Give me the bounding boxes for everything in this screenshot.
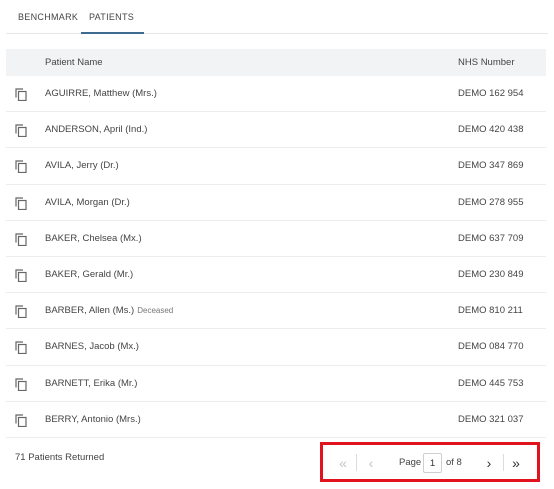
patient-name-text: BARNETT, Erika (Mr.) bbox=[45, 377, 138, 389]
column-header-patient-name[interactable]: Patient Name bbox=[45, 57, 103, 68]
pagination-divider bbox=[503, 454, 504, 471]
copy-icon[interactable] bbox=[15, 414, 27, 427]
table-row[interactable]: AVILA, Jerry (Dr.) DEMO 347 869 bbox=[6, 148, 546, 185]
page-total: of 8 bbox=[446, 457, 462, 468]
last-page-button[interactable]: » bbox=[506, 454, 526, 471]
patient-name-text: BARNES, Jacob (Mx.) bbox=[45, 341, 139, 353]
nhs-number: DEMO 445 753 bbox=[458, 377, 524, 389]
nhs-number: DEMO 321 037 bbox=[458, 413, 524, 425]
table-row[interactable]: ANDERSON, April (Ind.) DEMO 420 438 bbox=[6, 112, 546, 149]
patient-name-text: ANDERSON, April (Ind.) bbox=[45, 124, 148, 136]
nhs-number: DEMO 278 955 bbox=[458, 196, 524, 208]
table-row[interactable]: AVILA, Morgan (Dr.) DEMO 278 955 bbox=[6, 185, 546, 221]
table-header: Patient Name NHS Number bbox=[6, 49, 546, 76]
patient-name-text: AVILA, Jerry (Dr.) bbox=[45, 160, 119, 172]
nhs-number: DEMO 162 954 bbox=[458, 88, 524, 99]
patient-name: BARNES, Jacob (Mx.) bbox=[45, 341, 142, 352]
copy-icon[interactable] bbox=[15, 196, 27, 210]
chevron-left-icon: ‹ bbox=[368, 454, 374, 471]
table-row[interactable]: BERRY, Antonio (Mrs.) DEMO 321 037 bbox=[6, 402, 546, 438]
first-page-button[interactable]: « bbox=[333, 454, 353, 471]
patient-name: ANDERSON, April (Ind.) bbox=[45, 124, 150, 135]
patient-name: BARNETT, Erika (Mr.) bbox=[45, 378, 140, 389]
nhs-number: DEMO 637 709 bbox=[458, 232, 524, 244]
patient-name-text: BAKER, Gerald (Mr.) bbox=[45, 268, 134, 280]
patient-name: AVILA, Jerry (Dr.) bbox=[45, 160, 122, 171]
copy-icon[interactable] bbox=[15, 377, 27, 391]
copy-icon[interactable] bbox=[15, 124, 27, 138]
active-tab-indicator bbox=[81, 32, 144, 34]
patient-name: BAKER, Gerald (Mr.) bbox=[45, 269, 136, 280]
double-chevron-right-icon: » bbox=[512, 454, 520, 471]
patients-table: Patient Name NHS Number AGUIRRE, Matthew… bbox=[6, 49, 546, 438]
patient-name: AGUIRRE, Matthew (Mrs.) bbox=[45, 88, 160, 99]
table-row[interactable]: BARBER, Allen (Ms.) Deceased DEMO 810 211 bbox=[6, 293, 546, 330]
copy-icon[interactable] bbox=[15, 305, 27, 319]
nhs-number: DEMO 420 438 bbox=[458, 124, 524, 136]
deceased-badge: Deceased bbox=[137, 306, 174, 316]
copy-icon[interactable] bbox=[15, 269, 27, 282]
patient-name: BARBER, Allen (Ms.) Deceased bbox=[45, 305, 173, 316]
tab-benchmark[interactable]: BENCHMARK bbox=[18, 12, 78, 22]
table-row[interactable]: BAKER, Gerald (Mr.) DEMO 230 849 bbox=[6, 257, 546, 294]
table-row[interactable]: AGUIRRE, Matthew (Mrs.) DEMO 162 954 bbox=[6, 76, 546, 113]
patient-name-text: AVILA, Morgan (Dr.) bbox=[45, 196, 130, 208]
table-row[interactable]: BARNES, Jacob (Mx.) DEMO 084 770 bbox=[6, 329, 546, 366]
page-number-input[interactable] bbox=[423, 453, 442, 473]
copy-icon[interactable] bbox=[15, 160, 27, 174]
previous-page-button[interactable]: ‹ bbox=[361, 454, 381, 471]
table-row[interactable]: BAKER, Chelsea (Mx.) DEMO 637 709 bbox=[6, 221, 546, 257]
patient-name-text: BARBER, Allen (Ms.) bbox=[45, 305, 135, 317]
chevron-right-icon: › bbox=[486, 454, 492, 471]
nhs-number: DEMO 084 770 bbox=[458, 341, 524, 353]
nhs-number: DEMO 810 211 bbox=[458, 305, 523, 317]
patient-name-text: BAKER, Chelsea (Mx.) bbox=[45, 232, 142, 244]
tab-bar: BENCHMARK PATIENTS bbox=[6, 0, 548, 34]
copy-icon[interactable] bbox=[15, 233, 27, 246]
nhs-number: DEMO 347 869 bbox=[458, 160, 524, 172]
patient-name: BAKER, Chelsea (Mx.) bbox=[45, 233, 145, 244]
nhs-number: DEMO 230 849 bbox=[458, 268, 524, 280]
double-chevron-left-icon: « bbox=[339, 454, 347, 471]
copy-icon[interactable] bbox=[15, 88, 27, 101]
results-count: 71 Patients Returned bbox=[15, 452, 105, 463]
table-body: AGUIRRE, Matthew (Mrs.) DEMO 162 954 ANDER… bbox=[6, 76, 546, 438]
next-page-button[interactable]: › bbox=[479, 454, 499, 471]
patient-name: BERRY, Antonio (Mrs.) bbox=[45, 414, 144, 425]
patient-name: AVILA, Morgan (Dr.) bbox=[45, 197, 133, 208]
copy-icon[interactable] bbox=[15, 341, 27, 355]
column-header-nhs-number[interactable]: NHS Number bbox=[458, 57, 515, 68]
pagination-divider bbox=[356, 454, 357, 471]
tab-patients[interactable]: PATIENTS bbox=[89, 12, 134, 22]
patient-name-text: AGUIRRE, Matthew (Mrs.) bbox=[45, 88, 157, 99]
pagination-highlight: « ‹ Page of 8 › » bbox=[320, 442, 540, 482]
page-label: Page bbox=[399, 457, 422, 468]
patient-name-text: BERRY, Antonio (Mrs.) bbox=[45, 413, 141, 425]
table-row[interactable]: BARNETT, Erika (Mr.) DEMO 445 753 bbox=[6, 366, 546, 402]
